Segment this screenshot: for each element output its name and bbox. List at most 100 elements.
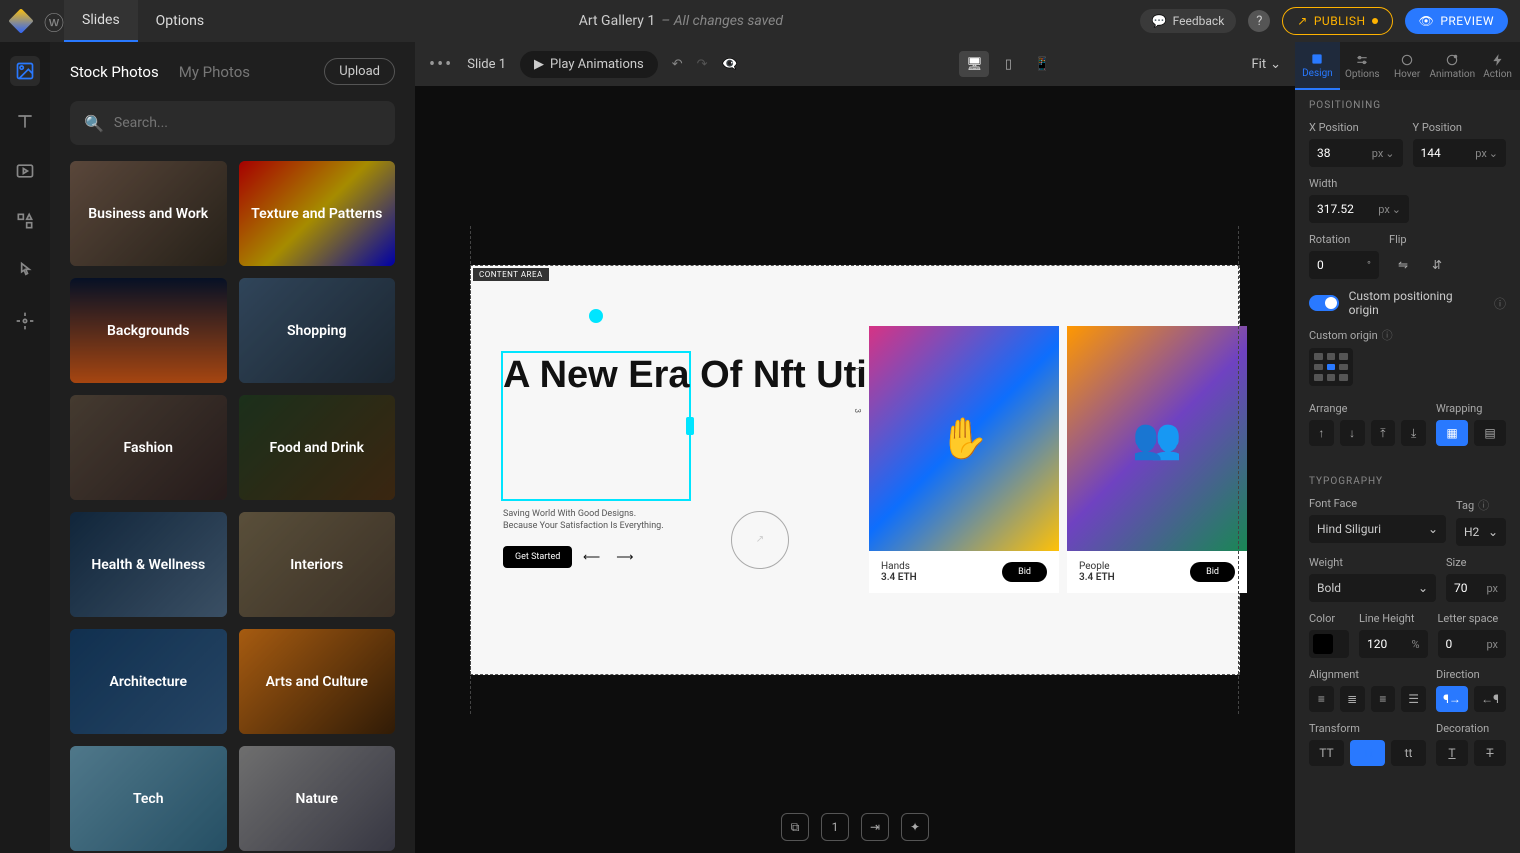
nav-arrows[interactable]: ⟵⟶ (583, 550, 633, 564)
tab-my-photos[interactable]: My Photos (179, 63, 250, 81)
nft-card-1[interactable]: ✋ Hands 3.4 ETH Bid (869, 326, 1059, 593)
lh-value[interactable] (1359, 637, 1403, 651)
origin-grid[interactable] (1309, 348, 1353, 386)
hero-subtitle[interactable]: Saving World With Good Designs. Because … (503, 508, 664, 533)
get-started-button[interactable]: Get Started (503, 546, 572, 568)
flip-v-button[interactable]: ⇵ (1423, 251, 1451, 279)
emoji-handle-icon[interactable] (589, 309, 603, 323)
insp-tab-options[interactable]: Options (1340, 42, 1385, 90)
transform-upper-button[interactable]: TT (1309, 740, 1344, 766)
rotation-value[interactable] (1309, 258, 1359, 272)
rail-move-icon[interactable] (10, 306, 40, 336)
category-arts[interactable]: Arts and Culture (239, 629, 396, 734)
add-slide-button[interactable]: ✦ (901, 813, 929, 841)
bid-button[interactable]: Bid (1190, 562, 1235, 582)
insp-tab-hover[interactable]: Hover (1385, 42, 1430, 90)
x-unit[interactable]: px ⌄ (1364, 147, 1403, 160)
tab-options[interactable]: Options (138, 0, 222, 42)
ls-value[interactable] (1438, 637, 1479, 651)
preview-button[interactable]: 👁 PREVIEW (1405, 8, 1508, 34)
bid-button[interactable]: Bid (1002, 562, 1047, 582)
category-food[interactable]: Food and Drink (239, 395, 396, 500)
feedback-button[interactable]: 💬 Feedback (1140, 9, 1237, 33)
wrap-on-button[interactable]: ▦ (1436, 420, 1468, 446)
search-box[interactable]: 🔍 (70, 101, 395, 145)
import-slide-button[interactable]: ⇥ (861, 813, 889, 841)
rail-interactive-icon[interactable] (10, 256, 40, 286)
device-desktop-button[interactable]: 🖥 (959, 51, 989, 77)
arrow-left-icon[interactable]: ⟵ (583, 550, 600, 564)
insp-tab-design[interactable]: Design (1295, 42, 1340, 90)
width-value[interactable] (1309, 202, 1370, 216)
size-value[interactable] (1446, 581, 1478, 595)
size-input[interactable]: px (1446, 574, 1506, 602)
visibility-icon[interactable]: 👁‍🗨 (722, 57, 738, 72)
category-architecture[interactable]: Architecture (70, 629, 227, 734)
search-input[interactable] (114, 115, 381, 131)
color-swatch[interactable] (1309, 630, 1349, 658)
app-logo-icon[interactable] (8, 8, 33, 33)
slide-label[interactable]: Slide 1 (467, 57, 506, 72)
insp-tab-animation[interactable]: Animation (1430, 42, 1476, 90)
flip-h-button[interactable]: ⇋ (1389, 251, 1417, 279)
align-right-button[interactable]: ≡ (1371, 686, 1396, 712)
upload-button[interactable]: Upload (324, 58, 395, 85)
x-value[interactable] (1309, 146, 1364, 160)
category-tech[interactable]: Tech (70, 746, 227, 851)
tag-select[interactable]: H2⌄ (1456, 518, 1506, 546)
y-unit[interactable]: px ⌄ (1467, 147, 1506, 160)
canvas-viewport[interactable]: CONTENT AREA A New Era Of Nft Utility Sa… (415, 86, 1295, 853)
category-textures[interactable]: Texture and Patterns (239, 161, 396, 266)
deco-underline-button[interactable]: T (1436, 740, 1468, 766)
insp-tab-action[interactable]: Action (1475, 42, 1520, 90)
deco-strike-button[interactable]: T (1474, 740, 1506, 766)
y-input[interactable]: px ⌄ (1413, 139, 1507, 167)
arrange-front-button[interactable]: ⤒ (1371, 420, 1396, 446)
info-icon[interactable]: ⓘ (1478, 497, 1489, 513)
dir-ltr-button[interactable]: ¶→ (1436, 686, 1468, 712)
category-business[interactable]: Business and Work (70, 161, 227, 266)
rail-image-icon[interactable] (10, 56, 40, 86)
category-backgrounds[interactable]: Backgrounds (70, 278, 227, 383)
help-button[interactable]: ? (1248, 10, 1270, 32)
category-interiors[interactable]: Interiors (239, 512, 396, 617)
weight-select[interactable]: Bold⌄ (1309, 574, 1436, 602)
dir-rtl-button[interactable]: ←¶ (1474, 686, 1506, 712)
redo-button[interactable]: ↷ (697, 57, 708, 72)
publish-button[interactable]: ↗ PUBLISH (1282, 7, 1392, 35)
explore-more-badge[interactable]: ↗ (731, 511, 789, 569)
more-menu-icon[interactable]: ••• (429, 54, 453, 75)
arrow-right-icon[interactable]: ⟶ (616, 550, 633, 564)
rail-text-icon[interactable] (10, 106, 40, 136)
transform-lower-button[interactable]: tt (1391, 740, 1426, 766)
info-icon[interactable]: ⓘ (1382, 327, 1393, 343)
device-mobile-button[interactable]: 📱 (1027, 51, 1057, 77)
duplicate-slide-button[interactable]: ⧉ (781, 813, 809, 841)
align-justify-button[interactable]: ☰ (1401, 686, 1426, 712)
y-value[interactable] (1413, 146, 1468, 160)
align-left-button[interactable]: ≡ (1309, 686, 1334, 712)
tab-slides[interactable]: Slides (64, 0, 138, 42)
arrange-up-button[interactable]: ↑ (1309, 420, 1334, 446)
letterspace-input[interactable]: px (1438, 630, 1507, 658)
category-fashion[interactable]: Fashion (70, 395, 227, 500)
info-icon[interactable]: ⓘ (1494, 295, 1506, 312)
custom-origin-toggle[interactable] (1309, 295, 1339, 311)
category-nature[interactable]: Nature (239, 746, 396, 851)
slide-number-button[interactable]: 1 (821, 813, 849, 841)
width-unit[interactable]: px ⌄ (1370, 203, 1409, 216)
wrap-off-button[interactable]: ▤ (1474, 420, 1506, 446)
lineheight-input[interactable]: % (1359, 630, 1428, 658)
category-health[interactable]: Health & Wellness (70, 512, 227, 617)
x-input[interactable]: px ⌄ (1309, 139, 1403, 167)
nft-card-2[interactable]: 👥 People 3.4 ETH Bid (1067, 326, 1247, 593)
rail-shapes-icon[interactable] (10, 206, 40, 236)
align-center-button[interactable]: ≣ (1340, 686, 1365, 712)
arrange-back-button[interactable]: ⤓ (1401, 420, 1426, 446)
slide-canvas[interactable]: CONTENT AREA A New Era Of Nft Utility Sa… (470, 265, 1240, 675)
transform-title-button[interactable]: Tt (1350, 740, 1385, 766)
rail-video-icon[interactable] (10, 156, 40, 186)
zoom-fit-dropdown[interactable]: Fit ⌄ (1251, 57, 1281, 72)
tab-stock-photos[interactable]: Stock Photos (70, 63, 159, 81)
device-tablet-button[interactable]: ▯ (993, 51, 1023, 77)
